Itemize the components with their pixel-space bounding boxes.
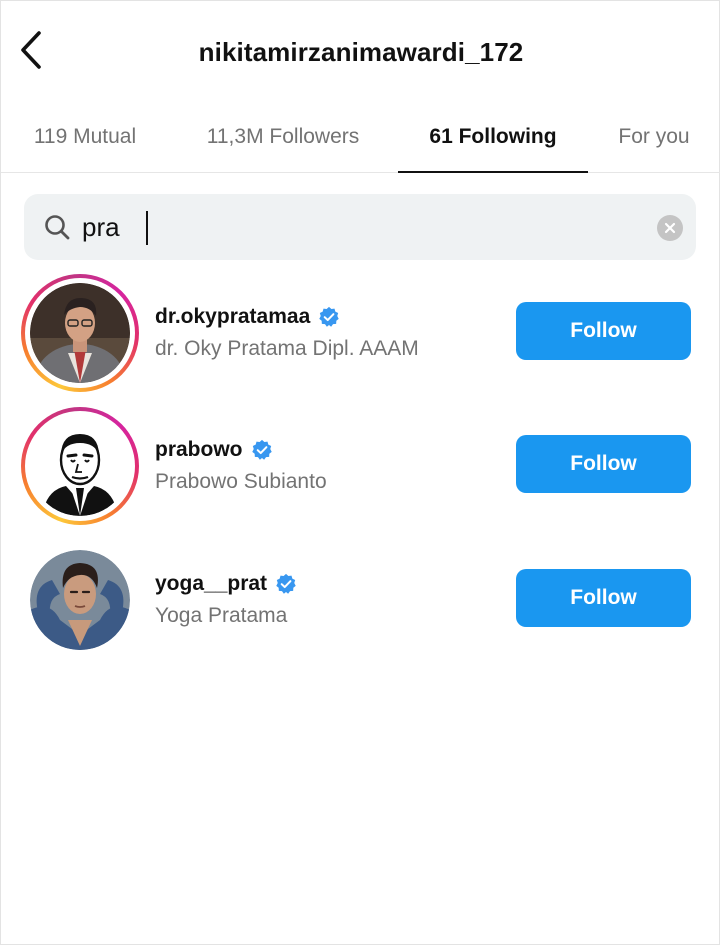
verified-badge-icon <box>319 306 339 327</box>
list-item[interactable]: prabowo Prabowo Subianto Follow <box>1 407 720 527</box>
search-input[interactable] <box>82 207 642 247</box>
tab-followers[interactable]: 11,3M Followers <box>188 101 378 173</box>
tab-mutual[interactable]: 119 Mutual <box>15 101 155 173</box>
avatar <box>30 550 130 650</box>
follow-button[interactable]: Follow <box>516 435 691 493</box>
tab-following[interactable]: 61 Following <box>398 101 588 173</box>
avatar-story-ring[interactable] <box>21 274 139 392</box>
clear-icon <box>664 222 676 234</box>
search-bar <box>24 194 696 260</box>
username[interactable]: yoga__prat <box>155 572 267 596</box>
username[interactable]: dr.okypratamaa <box>155 305 310 329</box>
follow-button[interactable]: Follow <box>516 302 691 360</box>
tab-bar: 119 Mutual 11,3M Followers 61 Following … <box>1 101 720 173</box>
avatar <box>30 283 130 383</box>
page-title: nikitamirzanimawardi_172 <box>198 37 524 67</box>
list-item[interactable]: dr.okypratamaa dr. Oky Pratama Dipl. AAA… <box>1 274 720 394</box>
search-icon <box>45 215 70 240</box>
avatar <box>30 416 130 516</box>
full-name: Yoga Pratama <box>155 604 288 627</box>
list-item[interactable]: yoga__prat Yoga Pratama Follow <box>1 541 720 661</box>
verified-badge-icon <box>276 573 296 594</box>
active-tab-indicator <box>398 171 588 173</box>
username[interactable]: prabowo <box>155 438 243 462</box>
tab-for-you[interactable]: For you <box>601 101 707 173</box>
header: nikitamirzanimawardi_172 <box>1 1 720 101</box>
avatar-story-ring[interactable] <box>21 407 139 525</box>
follow-button[interactable]: Follow <box>516 569 691 627</box>
full-name: Prabowo Subianto <box>155 470 327 493</box>
clear-search-button[interactable] <box>657 215 683 241</box>
text-caret <box>146 211 148 245</box>
verified-badge-icon <box>251 439 272 460</box>
app-frame: nikitamirzanimawardi_172 119 Mutual 11,3… <box>0 0 720 945</box>
avatar-frame[interactable] <box>30 550 130 650</box>
full-name: dr. Oky Pratama Dipl. AAAM <box>155 337 419 360</box>
